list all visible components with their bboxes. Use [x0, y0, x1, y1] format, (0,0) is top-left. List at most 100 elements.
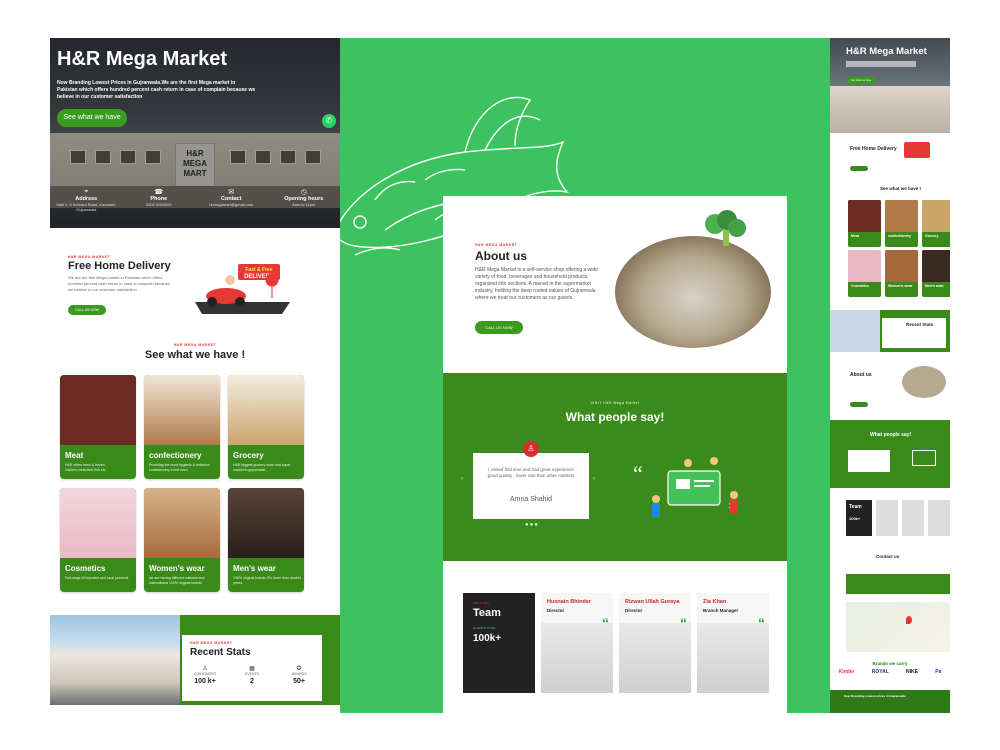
member-role: Director	[625, 608, 643, 613]
testimonial-author: Amna Shahid	[509, 496, 553, 503]
mini-cta-button[interactable]: See what we have	[846, 77, 876, 84]
product-label: Cosmetics	[65, 564, 106, 573]
product-desc: H&R offers fresh & frozen chicken,meat,b…	[65, 463, 106, 472]
supermarket-photo	[902, 366, 946, 398]
location-icon: ⌖	[84, 188, 89, 195]
map-pin-icon	[906, 616, 912, 624]
prev-arrow-icon[interactable]: ‹	[461, 476, 463, 482]
product-card-meat[interactable]: Meat H&R offers fresh & frozen chicken,m…	[60, 375, 136, 479]
mini-card[interactable]: Grocery	[922, 200, 950, 247]
mini-button[interactable]	[850, 402, 868, 407]
quote-icon: “	[602, 615, 609, 631]
carousel-dots[interactable]: ●●●	[525, 522, 539, 528]
mini-contact-title: Contact us	[876, 554, 900, 559]
section-tag: H&R MEGA MARKET	[173, 343, 217, 347]
mini-card-label: Meat	[851, 234, 859, 238]
mini-team-card: Team 100k+	[846, 500, 872, 536]
clock-icon: ◷	[300, 189, 307, 196]
left-page-preview: H&R MEGA MART H&R Mega Market Now Brandi…	[50, 38, 340, 705]
product-card-confectionery[interactable]: confectionery Providing the most hygieni…	[144, 375, 220, 479]
product-label: confectionery	[149, 451, 202, 460]
member-name: Zia Khan	[703, 599, 727, 605]
stats-section: H&R MEGA MARKET Recent Stats ♙ CUSTOMERS…	[50, 615, 340, 705]
mini-testimonials: What people say!	[830, 420, 950, 488]
section-tag: H&R MEGA MARKET	[190, 641, 233, 645]
info-phone: ☎ Phone 0300 0000000	[123, 186, 196, 228]
brand-logo: Kinder	[838, 669, 855, 675]
brands-section: Brands we carry Kinder ROYAL NIKE Pa	[830, 661, 950, 675]
mini-card[interactable]: Cosmetics	[848, 250, 881, 297]
mini-card-label: Men's wear	[925, 284, 944, 288]
brands-title: Brands we carry	[872, 661, 908, 666]
brand-logos: Kinder ROYAL NIKE Pa	[830, 669, 950, 675]
map-widget[interactable]	[846, 602, 950, 652]
section-tag: H&R MEGA MARKET	[475, 243, 518, 247]
footer: Now Branding Lowest prices in Gujranwala	[830, 690, 950, 713]
right-page-preview: H&R Mega Market See what we have Free Ho…	[830, 38, 950, 713]
phone-icon: ☎	[154, 189, 164, 196]
testimonials-section: VISIT H&R Mega Market What people say! ‹…	[443, 373, 787, 561]
member-role: Branch Manager	[703, 608, 739, 613]
stat-value: 50+	[293, 678, 305, 685]
broccoli-icon	[705, 210, 746, 246]
member-name: Husnain Bhinder	[547, 599, 592, 605]
product-desc: H&R biggest grocery store and super mark…	[233, 463, 291, 472]
avatar-icon: ♙	[523, 441, 539, 457]
team-member-card: Husnain Bhinder Director “	[541, 593, 613, 693]
stat-label: CUSTOMERS	[193, 672, 217, 676]
mini-team-count: 100k+	[849, 516, 861, 521]
calendar-icon: ▦	[249, 666, 255, 672]
mini-card-label: confectionery	[888, 234, 911, 238]
member-role: Director	[547, 608, 565, 613]
award-icon: ✪	[296, 666, 302, 672]
product-card-cosmetics[interactable]: Cosmetics Full range of imported and loc…	[60, 488, 136, 592]
brand-logo: ROYAL	[871, 669, 889, 675]
quote-icon: “	[680, 615, 687, 631]
quote-icon: “	[758, 615, 765, 631]
info-value: hrmegamart@gmail.com	[209, 202, 254, 207]
team-title: Team	[473, 607, 501, 619]
mini-card[interactable]: Men's wear	[922, 250, 950, 297]
mini-card-image	[885, 200, 918, 232]
whatsapp-icon[interactable]: ✆	[322, 114, 336, 128]
mini-hero: H&R Mega Market See what we have	[830, 38, 950, 133]
stat-value: 100 k+	[194, 678, 216, 685]
call-us-button[interactable]: CALL US NOW	[68, 305, 106, 315]
product-image	[228, 375, 304, 445]
product-image	[228, 488, 304, 558]
section-tag: VISIT H&R Mega Market	[590, 401, 640, 405]
mini-button[interactable]	[850, 166, 868, 171]
contact-info-bar: ⌖ Address Mall 1, 5 Kehrani Road, Kamonk…	[50, 186, 340, 228]
mini-quote-card	[848, 450, 890, 472]
section-tag: H&R MEGA MARKET	[68, 255, 111, 259]
see-what-we-have-button[interactable]: See what we have	[57, 109, 127, 127]
clients-value: 100k+	[473, 633, 502, 644]
info-value: Mall 1, 5 Kehrani Road, Kamonki, Gujranw…	[56, 202, 117, 212]
product-card-grocery[interactable]: Grocery H&R biggest grocery store and su…	[228, 375, 304, 479]
supermarket-photo	[615, 236, 771, 348]
mini-card-image	[848, 200, 881, 232]
mini-hero-title: H&R Mega Market	[846, 46, 927, 57]
product-label: Grocery	[233, 451, 264, 460]
call-us-button[interactable]: CALL US NOW	[475, 321, 523, 334]
member-photo	[876, 500, 898, 536]
next-arrow-icon[interactable]: ›	[593, 476, 595, 482]
member-photo	[619, 623, 691, 693]
product-card-womens-wear[interactable]: Women's wear we are having different nat…	[144, 488, 220, 592]
product-image	[60, 375, 136, 445]
mini-card[interactable]: confectionery	[885, 200, 918, 247]
products-heading: H&R MEGA MARKET See what we have !	[50, 343, 340, 361]
product-label: Women's wear	[149, 564, 205, 573]
footer-text: Now Branding Lowest prices in Gujranwala	[844, 694, 906, 698]
member-photo	[928, 500, 950, 536]
team-member-card: Rizwan Ullah Goraya Director “	[619, 593, 691, 693]
mini-card[interactable]: Women's wear	[885, 250, 918, 297]
stat-label: AWARDS	[291, 672, 307, 676]
product-desc: 100% original brands 0% lower than marke…	[233, 576, 301, 585]
about-text: H&R Mega Market is a self-service shop o…	[475, 267, 599, 301]
mini-card[interactable]: Meat	[848, 200, 881, 247]
product-desc: Providing the most hygienic & delicious …	[149, 463, 210, 472]
mini-card-image	[922, 250, 950, 282]
building-photo	[50, 615, 180, 705]
product-card-mens-wear[interactable]: Men's wear 100% original brands 0% lower…	[228, 488, 304, 592]
